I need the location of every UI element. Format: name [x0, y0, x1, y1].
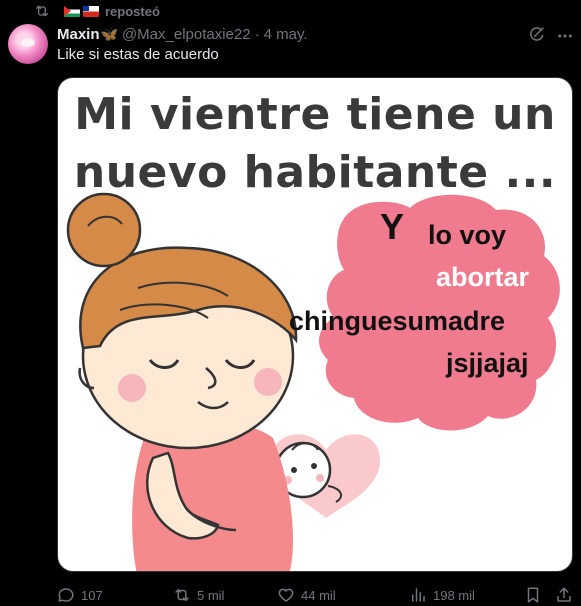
- author-name[interactable]: Maxin: [57, 26, 100, 43]
- share-button[interactable]: [555, 586, 573, 604]
- tweet-image[interactable]: Mi vientre tiene un nuevo habitante ... …: [57, 77, 573, 572]
- grok-icon[interactable]: [528, 25, 546, 43]
- like-count: 44 mil: [301, 587, 336, 603]
- reply-count: 107: [81, 587, 103, 603]
- bookmark-button[interactable]: [524, 586, 542, 604]
- butterfly-icon: 🦋: [100, 25, 118, 42]
- meme-y-text: Y: [380, 206, 405, 247]
- repost-icon: [175, 589, 189, 601]
- reply-button[interactable]: 107: [57, 586, 103, 604]
- tweet-actions: 107 5 mil 44 mil 198 mil: [57, 584, 573, 606]
- palestine-flag-icon: [64, 5, 80, 17]
- repost-icon: [36, 5, 48, 17]
- heart-icon: [278, 588, 294, 602]
- meme-line-2: abortar: [436, 262, 530, 292]
- view-count: 198 mil: [433, 587, 475, 603]
- separator: ·: [254, 25, 260, 43]
- bookmark-icon: [527, 587, 539, 603]
- meme-title: Mi vientre tiene un nuevo habitante ...: [58, 86, 572, 202]
- meme-title-line-2: nuevo habitante ...: [73, 147, 557, 198]
- reply-icon: [58, 588, 74, 602]
- author-handle[interactable]: @Max_elpotaxie22: [122, 26, 251, 43]
- meme-line-1: lo voy: [428, 220, 507, 250]
- tweet-header: Maxin 🦋 @Max_elpotaxie22 · 4 may.: [57, 24, 308, 44]
- tweet-date[interactable]: 4 may.: [264, 26, 308, 43]
- repost-count: 5 mil: [197, 587, 225, 603]
- repost-label: reposteó: [105, 3, 160, 19]
- flag-emojis: [64, 5, 99, 17]
- like-button[interactable]: 44 mil: [277, 586, 336, 604]
- hair-bun: [66, 192, 142, 268]
- repost-indicator[interactable]: reposteó: [34, 2, 160, 20]
- avatar[interactable]: [8, 24, 48, 64]
- more-icon[interactable]: [556, 27, 574, 45]
- share-icon: [557, 587, 571, 602]
- meme-line-3: chinguesumadre: [289, 306, 506, 336]
- analytics-icon: [412, 588, 425, 602]
- chile-flag-icon: [83, 5, 99, 17]
- views-button[interactable]: 198 mil: [409, 586, 475, 604]
- meme-line-4: jsjjajaj: [446, 348, 529, 378]
- repost-button[interactable]: 5 mil: [173, 586, 224, 604]
- tweet-text: Like si estas de acuerdo: [57, 46, 219, 63]
- meme-title-line-1: Mi vientre tiene un: [74, 89, 556, 140]
